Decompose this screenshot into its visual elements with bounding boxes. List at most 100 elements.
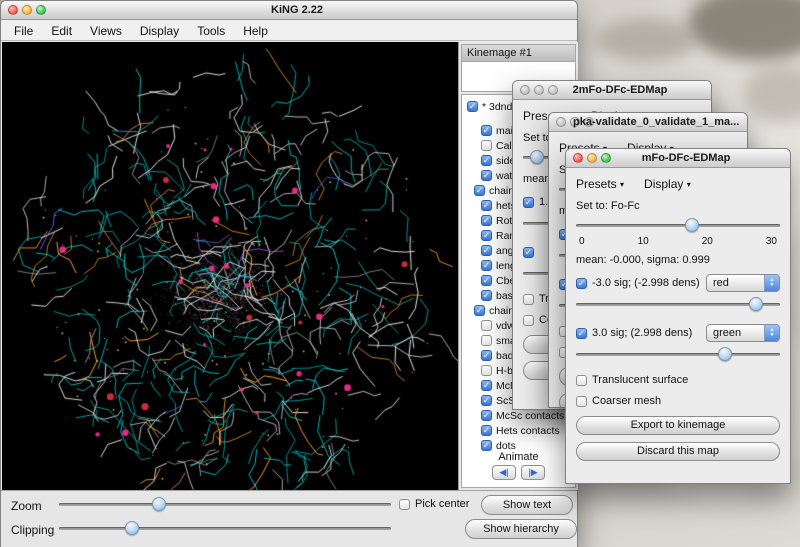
color-popup[interactable]: red▲▼ bbox=[706, 274, 780, 292]
option-label: Translucent surface bbox=[592, 374, 688, 386]
molecule-canvas[interactable] bbox=[2, 42, 458, 490]
window-mfo-dfc-edmap[interactable]: mFo-DFc-EDMap Presets ▾ Display ▾ Set to: … bbox=[565, 148, 791, 484]
desktop-texture bbox=[688, 0, 800, 60]
group-label: Hets contacts bbox=[496, 425, 560, 437]
group-checkbox[interactable] bbox=[481, 140, 492, 151]
clipping-slider-thumb[interactable] bbox=[125, 521, 139, 535]
animate-prev-button[interactable]: ◀| bbox=[492, 465, 516, 480]
clipping-slider-track[interactable] bbox=[59, 527, 391, 530]
slider-thumb[interactable] bbox=[685, 218, 699, 232]
level-checkbox[interactable]: ✓ bbox=[523, 197, 534, 208]
group-checkbox[interactable]: ✓ bbox=[481, 275, 492, 286]
close-button[interactable] bbox=[520, 85, 530, 95]
chevron-down-icon: ▾ bbox=[687, 180, 691, 189]
slider-thumb[interactable] bbox=[718, 347, 732, 361]
discard-this-map-button[interactable]: Discard this map bbox=[576, 442, 780, 461]
option-checkbox[interactable] bbox=[523, 294, 534, 305]
group-checkbox[interactable]: ✓ bbox=[474, 305, 485, 316]
set-to-label: Set to: Fo-Fc bbox=[576, 200, 780, 212]
titlebar[interactable]: pka-validate_0_validate_1_ma... bbox=[549, 113, 747, 132]
tick-label: 10 bbox=[638, 236, 649, 247]
menu-tools[interactable]: Tools bbox=[188, 22, 234, 40]
arrow-down-icon: ▼ bbox=[770, 333, 775, 338]
group-checkbox[interactable] bbox=[481, 320, 492, 331]
pick-center-checkbox[interactable] bbox=[399, 499, 410, 510]
group-checkbox[interactable]: ✓ bbox=[481, 245, 492, 256]
close-button[interactable] bbox=[8, 5, 18, 15]
option-checkbox[interactable] bbox=[576, 396, 587, 407]
group-checkbox[interactable]: ✓ bbox=[481, 170, 492, 181]
level-checkbox[interactable]: ✓ bbox=[523, 247, 534, 258]
popup-arrows-icon: ▲▼ bbox=[764, 275, 779, 291]
menu-presets[interactable]: Presets ▾ bbox=[576, 177, 624, 191]
group-checkbox[interactable]: ✓ bbox=[481, 215, 492, 226]
menu-views[interactable]: Views bbox=[81, 22, 131, 40]
level-checkbox[interactable]: ✓ bbox=[576, 278, 587, 289]
animate-next-button[interactable]: |▶ bbox=[521, 465, 545, 480]
group-checkbox[interactable] bbox=[481, 335, 492, 346]
color-popup-value: red bbox=[707, 275, 764, 291]
show-text-button[interactable]: Show text bbox=[481, 495, 573, 515]
window-title: KiNG 2.22 bbox=[25, 4, 569, 16]
group-checkbox[interactable]: ✓ bbox=[474, 185, 485, 196]
menu-bar: FileEditViewsDisplayToolsHelp bbox=[1, 21, 577, 41]
titlebar[interactable]: 2mFo-DFc-EDMap bbox=[513, 81, 711, 100]
tick-label: 0 bbox=[579, 236, 585, 247]
slider[interactable] bbox=[576, 297, 780, 313]
zoom-label: Zoom bbox=[11, 499, 42, 513]
group-checkbox[interactable]: ✓ bbox=[481, 125, 492, 136]
menu-file[interactable]: File bbox=[5, 22, 42, 40]
option-checkbox[interactable] bbox=[576, 375, 587, 386]
group-checkbox[interactable] bbox=[481, 365, 492, 376]
contour-level-row: ✓3.0 sig; (2.998 dens)green▲▼ bbox=[576, 324, 780, 342]
menu-display[interactable]: Display bbox=[131, 22, 188, 40]
group-checkbox[interactable]: ✓ bbox=[481, 155, 492, 166]
slider-thumb[interactable] bbox=[749, 297, 763, 311]
group-checkbox[interactable]: ✓ bbox=[481, 380, 492, 391]
clipping-label: Clipping bbox=[11, 523, 54, 537]
menu-help[interactable]: Help bbox=[234, 22, 277, 40]
window-title: pka-validate_0_validate_1_ma... bbox=[573, 116, 739, 128]
titlebar[interactable]: mFo-DFc-EDMap bbox=[566, 149, 790, 168]
group-checkbox[interactable]: ✓ bbox=[481, 350, 492, 361]
slider[interactable] bbox=[576, 218, 780, 234]
group-checkbox[interactable]: ✓ bbox=[481, 425, 492, 436]
molecule-viewport[interactable] bbox=[2, 42, 458, 490]
pick-center-option[interactable]: Pick center bbox=[399, 498, 469, 510]
tree-row[interactable]: ✓McSc contacts bbox=[462, 408, 575, 423]
close-button[interactable] bbox=[556, 117, 566, 127]
export-to-kinemage-button[interactable]: Export to kinemage bbox=[576, 416, 780, 435]
color-popup[interactable]: green▲▼ bbox=[706, 324, 780, 342]
slider-track[interactable] bbox=[576, 353, 780, 356]
close-button[interactable] bbox=[573, 153, 583, 163]
show-hierarchy-button[interactable]: Show hierarchy bbox=[465, 519, 577, 539]
titlebar[interactable]: KiNG 2.22 bbox=[1, 1, 577, 20]
option-row[interactable]: Translucent surface bbox=[576, 374, 780, 386]
group-checkbox[interactable]: ✓ bbox=[481, 200, 492, 211]
slider-thumb[interactable] bbox=[530, 150, 544, 164]
menu-display[interactable]: Display ▾ bbox=[644, 177, 691, 191]
slider[interactable] bbox=[576, 347, 780, 363]
zoom-slider-track[interactable] bbox=[59, 503, 391, 506]
popup-arrows-icon: ▲▼ bbox=[764, 325, 779, 341]
group-checkbox[interactable]: ✓ bbox=[481, 395, 492, 406]
king-main-window[interactable]: KiNG 2.22 FileEditViewsDisplayToolsHelp … bbox=[0, 0, 578, 547]
tree-row[interactable]: ✓ Hets contacts bbox=[462, 423, 575, 438]
clipping-slider[interactable] bbox=[59, 521, 391, 536]
group-checkbox[interactable]: ✓ bbox=[481, 290, 492, 301]
group-checkbox[interactable]: ✓ bbox=[481, 230, 492, 241]
slider-track[interactable] bbox=[576, 224, 780, 227]
group-checkbox[interactable]: ✓ bbox=[481, 260, 492, 271]
desktop-texture bbox=[596, 18, 696, 62]
group-checkbox[interactable]: ✓ bbox=[481, 440, 492, 451]
group-checkbox[interactable]: ✓ bbox=[481, 410, 492, 421]
level-checkbox[interactable]: ✓ bbox=[576, 328, 587, 339]
zoom-slider[interactable] bbox=[59, 497, 391, 512]
zoom-slider-thumb[interactable] bbox=[152, 497, 166, 511]
option-row[interactable]: Coarser mesh bbox=[576, 395, 780, 407]
menu-edit[interactable]: Edit bbox=[42, 22, 81, 40]
group-checkbox[interactable]: ✓ bbox=[467, 101, 478, 112]
arrow-down-icon: ▼ bbox=[770, 283, 775, 288]
kinemage-list-item[interactable]: Kinemage #1 bbox=[462, 45, 575, 62]
option-checkbox[interactable] bbox=[523, 315, 534, 326]
